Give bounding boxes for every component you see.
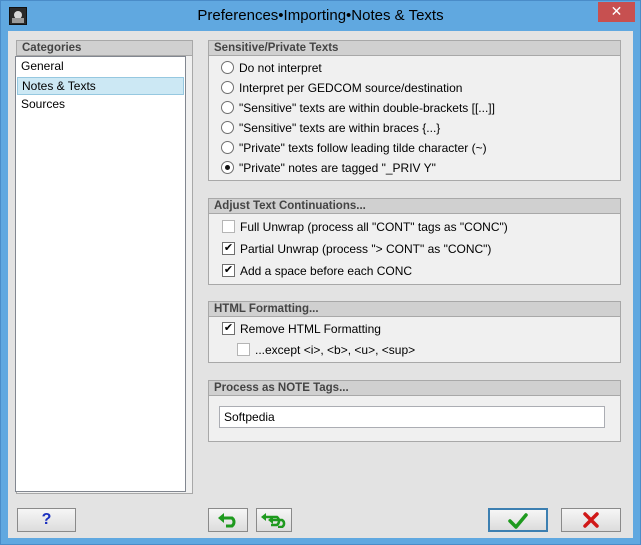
ok-button[interactable]	[488, 508, 548, 532]
checkbox-label: Full Unwrap (process all "CONT" tags as …	[240, 220, 508, 234]
category-sources[interactable]: Sources	[17, 96, 184, 114]
add-space-option[interactable]: ✔ Add a space before each CONC	[222, 262, 602, 280]
radio-option-4[interactable]: "Private" texts follow leading tilde cha…	[221, 139, 601, 157]
radio-label: "Sensitive" texts are within double-brac…	[239, 101, 495, 115]
full-unwrap-checkbox[interactable]	[222, 220, 235, 233]
help-button[interactable]: ?	[17, 508, 76, 532]
radio-button[interactable]	[221, 101, 234, 114]
categories-list: General Notes & Texts Sources	[15, 56, 186, 492]
radio-button-selected[interactable]	[221, 161, 234, 174]
close-button[interactable]: ✕	[598, 2, 635, 22]
continuations-header: Adjust Text Continuations...	[208, 198, 621, 213]
cancel-x-icon	[583, 512, 599, 528]
radio-button[interactable]	[221, 141, 234, 154]
radio-option-5[interactable]: "Private" notes are tagged "_PRIV Y"	[221, 159, 601, 177]
undo-button[interactable]	[208, 508, 248, 532]
undo-all-arrows-icon	[261, 513, 286, 528]
categories-header: Categories	[16, 40, 193, 55]
except-tags-option[interactable]: ...except <i>, <b>, <u>, <sup>	[237, 341, 597, 359]
full-unwrap-option[interactable]: Full Unwrap (process all "CONT" tags as …	[222, 218, 602, 236]
radio-option-3[interactable]: "Sensitive" texts are within braces {...…	[221, 119, 601, 137]
checkbox-label: Add a space before each CONC	[240, 264, 413, 278]
radio-button[interactable]	[221, 61, 234, 74]
partial-unwrap-checkbox[interactable]: ✔	[222, 242, 235, 255]
undo-all-button[interactable]	[256, 508, 292, 532]
note-tags-input[interactable]: Softpedia	[219, 406, 605, 428]
radio-button[interactable]	[221, 81, 234, 94]
checkmark-icon	[508, 513, 528, 529]
category-general[interactable]: General	[17, 58, 184, 76]
html-formatting-header: HTML Formatting...	[208, 301, 621, 316]
cancel-button[interactable]	[561, 508, 621, 532]
radio-button[interactable]	[221, 121, 234, 134]
radio-option-1[interactable]: Interpret per GEDCOM source/destination	[221, 79, 601, 97]
partial-unwrap-option[interactable]: ✔ Partial Unwrap (process "> CONT" as "C…	[222, 240, 602, 258]
checkbox-label: Partial Unwrap (process "> CONT" as "CON…	[240, 242, 492, 256]
radio-label: "Private" notes are tagged "_PRIV Y"	[239, 161, 436, 175]
radio-label: "Sensitive" texts are within braces {...…	[239, 121, 441, 135]
radio-option-2[interactable]: "Sensitive" texts are within double-brac…	[221, 99, 601, 117]
checkbox-label: Remove HTML Formatting	[240, 322, 381, 336]
except-tags-checkbox[interactable]	[237, 343, 250, 356]
undo-arrow-icon	[218, 513, 236, 528]
help-icon: ?	[41, 511, 52, 528]
radio-option-0[interactable]: Do not interpret	[221, 59, 601, 77]
note-tags-header: Process as NOTE Tags...	[208, 380, 621, 395]
remove-html-checkbox[interactable]: ✔	[222, 322, 235, 335]
add-space-checkbox[interactable]: ✔	[222, 264, 235, 277]
radio-label: "Private" texts follow leading tilde cha…	[239, 141, 487, 155]
remove-html-option[interactable]: ✔ Remove HTML Formatting	[222, 320, 602, 338]
category-notes-texts[interactable]: Notes & Texts	[17, 77, 184, 95]
radio-label: Do not interpret	[239, 61, 322, 75]
checkbox-label: ...except <i>, <b>, <u>, <sup>	[255, 343, 416, 357]
title-bar: Preferences•Importing•Notes & Texts ✕	[1, 1, 640, 31]
radio-label: Interpret per GEDCOM source/destination	[239, 81, 463, 95]
window-title: Preferences•Importing•Notes & Texts	[197, 7, 444, 24]
sensitive-header: Sensitive/Private Texts	[208, 40, 621, 55]
